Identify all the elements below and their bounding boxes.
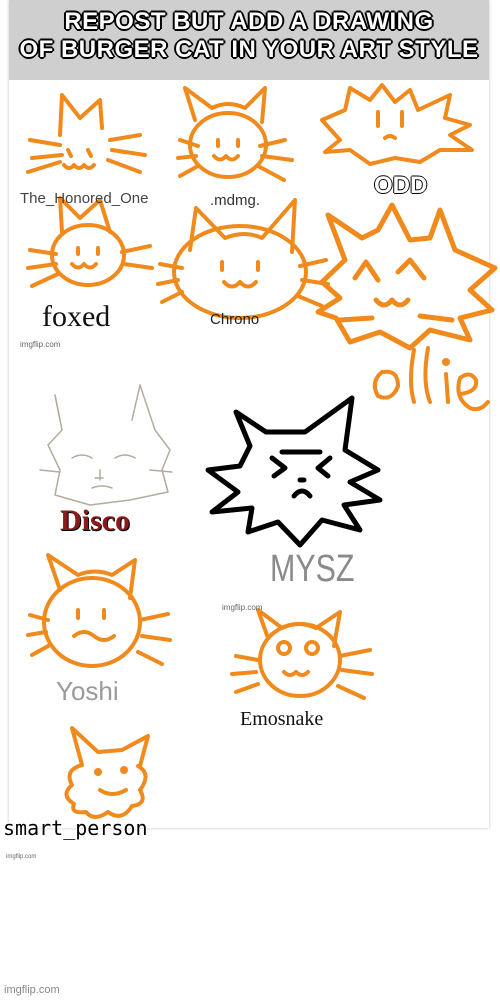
cat-drawing-the-honored-one xyxy=(26,93,147,174)
watermark-3: imgflip.com xyxy=(6,854,37,860)
label-mdmg: .mdmg. xyxy=(210,192,261,209)
label-disco: Disco xyxy=(60,504,130,537)
ollie-handwriting xyxy=(372,346,490,412)
cat-drawing-foxed xyxy=(26,196,154,288)
label-smart-person: smart_person xyxy=(3,816,148,840)
cat-drawing-yoshi xyxy=(26,553,172,668)
cat-drawing-chrono xyxy=(156,198,330,320)
cat-drawing-emosnake xyxy=(230,608,374,700)
drawings-layer xyxy=(26,83,498,819)
watermark-2: imgflip.com xyxy=(222,603,263,612)
cat-drawing-ollie xyxy=(315,202,498,351)
cat-drawing-odd xyxy=(320,83,474,166)
label-mysz: MYSZ xyxy=(270,548,355,590)
label-foxed: foxed xyxy=(42,300,111,333)
label-emosnake: Emosnake xyxy=(240,708,324,730)
cat-drawing-mdmg xyxy=(176,86,294,182)
label-odd: ODD xyxy=(374,172,428,199)
watermark-bottom: imgflip.com xyxy=(4,984,60,996)
cat-drawing-mysz xyxy=(205,395,383,548)
label-the-honored-one: The_Honored_One xyxy=(20,190,149,207)
label-chrono: Chrono xyxy=(210,311,260,328)
label-yoshi: Yoshi xyxy=(56,676,119,706)
watermark-1: imgflip.com xyxy=(20,340,61,349)
cat-drawing-smart-person xyxy=(64,726,150,819)
cat-drawing-disco xyxy=(39,384,173,506)
